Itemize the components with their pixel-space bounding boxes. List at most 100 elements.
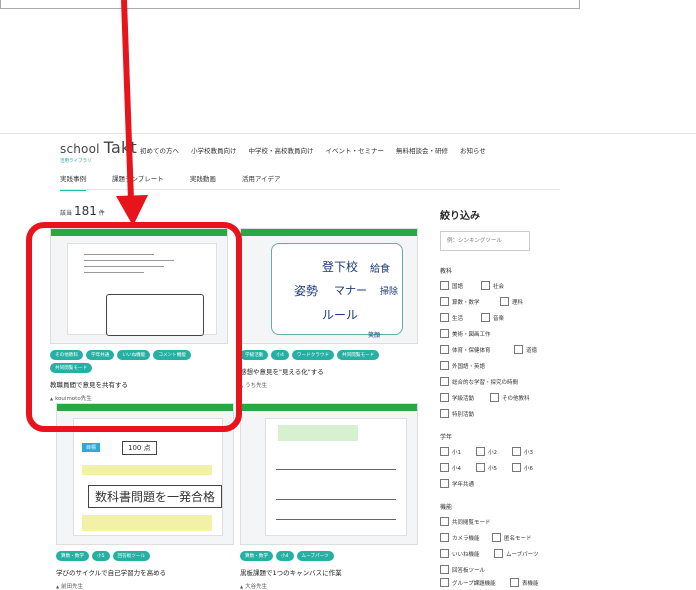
red-arrow-icon (116, 0, 148, 226)
filter-option[interactable]: 算数・数学 (440, 297, 480, 306)
card-thumbnail[interactable] (240, 403, 418, 545)
nav-link-events[interactable]: イベント・セミナー (326, 145, 385, 155)
filter-search-input[interactable] (440, 231, 530, 251)
checkbox[interactable] (481, 313, 490, 322)
filter-option[interactable]: 社会 (481, 281, 504, 290)
checkbox[interactable] (500, 297, 509, 306)
site-logo[interactable]: school Takt 活用ライブラリ (60, 138, 137, 164)
word-cloud-word: 笑顔 (368, 332, 381, 339)
card-title[interactable]: 学びのサイクルで自己学習力を高める (56, 567, 234, 577)
checkbox[interactable] (481, 281, 490, 290)
filter-option[interactable]: グループ課題機能 (440, 578, 496, 587)
case-card[interactable]: 登下校 給食 姿勢 マナー 掃除 ルール 笑顔 学級活動 小4 ワードクラウド … (240, 228, 418, 389)
checkbox[interactable] (440, 377, 449, 386)
checkbox[interactable] (440, 409, 449, 418)
filter-option[interactable]: 共同閲覧モード (440, 517, 491, 526)
filter-option[interactable]: 美術・図画工作 (440, 329, 491, 338)
checkbox[interactable] (476, 447, 485, 456)
checkbox[interactable] (490, 393, 499, 402)
filter-option[interactable]: 表機能 (510, 578, 539, 587)
filter-option[interactable]: 小5 (476, 463, 497, 472)
filter-option[interactable]: 匿名モード (492, 533, 532, 542)
checkbox[interactable] (440, 578, 449, 587)
filter-option-label: ムーブパーツ (506, 551, 539, 558)
case-card[interactable]: 算数・数学 小4 ムーブパーツ 黒板課題で1つのキャンバスに作業 大谷先生 (240, 403, 418, 590)
filter-option-label: 回答板ツール (452, 567, 486, 574)
checkbox[interactable] (440, 463, 449, 472)
filter-option[interactable]: 特別活動 (440, 409, 474, 418)
tag[interactable]: 小4 (271, 350, 289, 360)
card-title[interactable]: 黒板課題で1つのキャンバスに作業 (240, 567, 418, 577)
filter-option-label: 共同閲覧モード (452, 519, 491, 526)
checkbox[interactable] (476, 463, 485, 472)
filter-option[interactable]: 小4 (440, 463, 461, 472)
checkbox[interactable] (440, 479, 449, 488)
tag[interactable]: ワードクラウド (291, 350, 335, 360)
filter-option[interactable]: 理科 (500, 297, 523, 306)
filter-option[interactable]: 外国語・英語 (440, 361, 485, 370)
checkbox[interactable] (440, 517, 449, 526)
filter-subject-label: 教科 (440, 268, 453, 275)
filter-option[interactable]: 総合的な学習・探究の時間 (440, 377, 518, 386)
checkbox[interactable] (510, 578, 519, 587)
nav-link-news[interactable]: お知らせ (460, 145, 486, 155)
checkbox[interactable] (440, 361, 449, 370)
filter-option[interactable]: 学年共通 (440, 479, 474, 488)
tag[interactable]: 算数・数学 (56, 551, 89, 561)
checkbox[interactable] (440, 329, 449, 338)
filter-option[interactable]: 回答板ツール (440, 565, 485, 574)
filter-option[interactable]: 国語 (440, 281, 463, 290)
checkbox[interactable] (440, 447, 449, 456)
filter-option[interactable]: 小2 (476, 447, 497, 456)
filter-option[interactable]: 小6 (512, 463, 533, 472)
checkbox[interactable] (440, 345, 449, 354)
checkbox[interactable] (440, 297, 449, 306)
tag[interactable]: 小4 (275, 551, 294, 561)
filter-option-label: 外国語・英語 (452, 363, 486, 370)
word-cloud-word: 掃除 (380, 287, 399, 297)
checkbox[interactable] (440, 313, 449, 322)
filter-option-label: 道徳 (526, 347, 538, 354)
nav-link-consultation[interactable]: 無料相談会・研修 (396, 145, 448, 155)
checkbox[interactable] (514, 345, 523, 354)
filter-option[interactable]: ムーブパーツ (494, 549, 539, 558)
tag[interactable]: 算数・数学 (240, 551, 273, 561)
checkbox[interactable] (440, 533, 449, 542)
card-title[interactable]: 感想や意見を"見える化"する (240, 366, 418, 376)
card-thumbnail[interactable]: 登下校 給食 姿勢 マナー 掃除 ルール 笑顔 (240, 228, 418, 344)
word-cloud-word: 給食 (370, 264, 390, 275)
checkbox[interactable] (492, 533, 501, 542)
filter-option[interactable]: 学級活動 (440, 393, 474, 402)
filter-option[interactable]: カメラ機能 (440, 533, 480, 542)
checkbox[interactable] (440, 393, 449, 402)
logo-text-school: school (60, 142, 100, 156)
checkbox[interactable] (440, 281, 449, 290)
checkbox[interactable] (494, 549, 503, 558)
filter-option[interactable]: いいね機能 (440, 549, 480, 558)
filter-option[interactable]: 小3 (512, 447, 533, 456)
filter-option[interactable]: 道徳 (514, 345, 537, 354)
nav-link-junior-high[interactable]: 中学校・高校教員向け (249, 145, 314, 155)
checkbox[interactable] (440, 549, 449, 558)
filter-title: 絞り込み (440, 211, 480, 222)
tag[interactable]: ムーブパーツ (296, 551, 334, 561)
filter-option[interactable]: 体育・保健体育 (440, 345, 491, 354)
nav-link-first-time[interactable]: 初めての方へ (140, 145, 179, 155)
nav-link-elementary[interactable]: 小学校教員向け (191, 145, 237, 155)
filter-option[interactable]: 生活 (440, 313, 463, 322)
filter-option-label: 学年共通 (452, 481, 475, 488)
filter-option-label: 国語 (452, 283, 464, 290)
checkbox[interactable] (512, 447, 521, 456)
tag[interactable]: 回答板ツール (112, 551, 151, 561)
filter-option-label: 小6 (524, 465, 533, 472)
checkbox[interactable] (512, 463, 521, 472)
filter-option[interactable]: 音楽 (481, 313, 504, 322)
results-prefix: 該当 (60, 210, 73, 217)
tag[interactable]: 共同閲覧モード (337, 350, 380, 360)
tag[interactable]: 学級活動 (240, 350, 269, 360)
filter-option[interactable]: 小1 (440, 447, 461, 456)
tag[interactable]: 小5 (91, 551, 110, 561)
filter-option[interactable]: その他教科 (490, 393, 530, 402)
checkbox[interactable] (440, 565, 449, 574)
goal-label: 目標 (82, 443, 101, 452)
